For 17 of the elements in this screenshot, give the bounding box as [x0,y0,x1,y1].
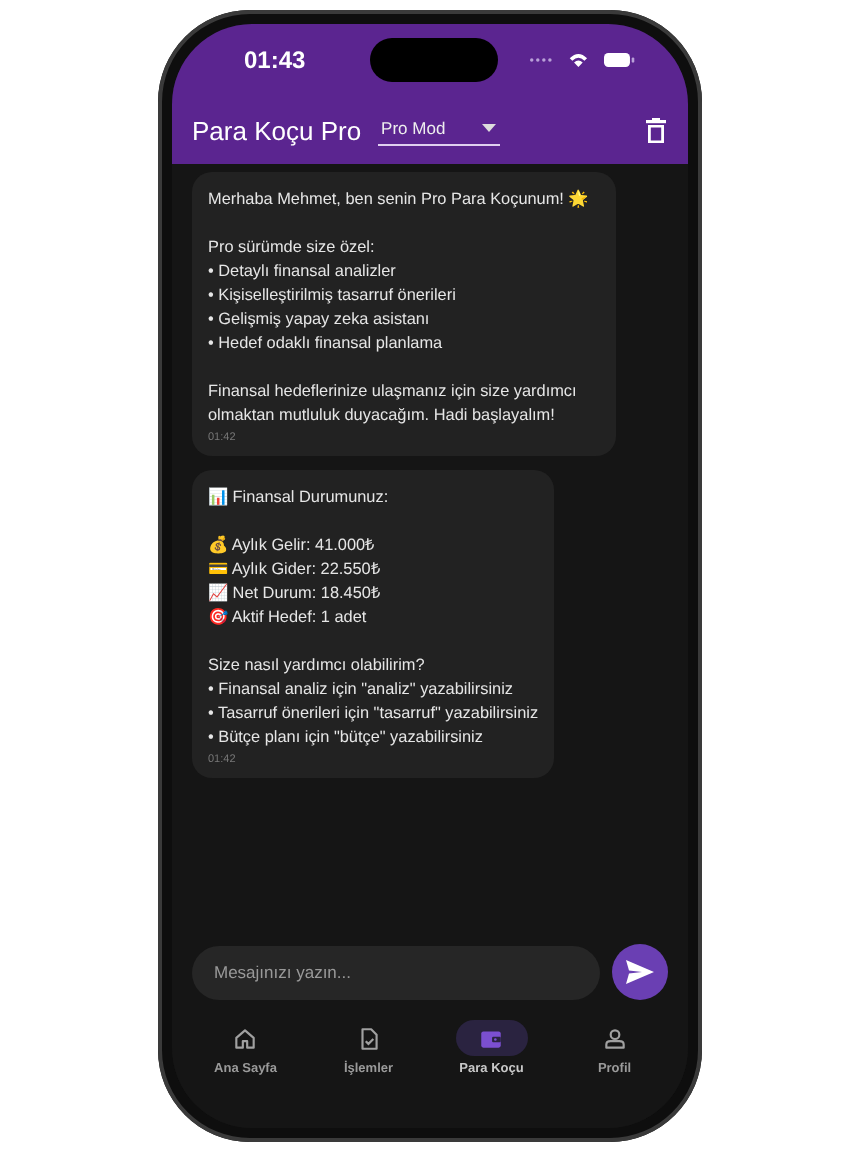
message-input[interactable]: Mesajınızı yazın... [192,945,600,999]
home-icon [232,1025,259,1051]
caret-icon [481,124,496,132]
message-text: Merhaba Mehmet, ben senin Pro Para Koçunum! 🌟 Pro sürümde size özel: • Detaylı finansal analizler • Kişiselleştirilmiş tasarruf önerileri • Gelişmiş yapay zeka asistanı • Hedef odaklı finansal planlama Finansal hedeflerinize ulaşmanız için size yardımcı olmaktan mutluluk duyacağım. Hadi başlayalım! [208,188,591,428]
trash-icon[interactable] [644,117,668,143]
send-button[interactable] [612,944,668,1000]
camera-island [369,38,498,82]
send-icon [626,960,654,984]
mode-dropdown[interactable]: Pro Mod [377,114,500,146]
wifi-icon [568,50,589,70]
wallet-icon [478,1025,505,1051]
status-time: 01:43 [244,46,306,74]
message-text: 📊 Finansal Durumunuz: 💰 Aylık Gelir: 41.000₺ 💳 Aylık Gider: 22.550₺ 📈 Net Durum: 18.450₺ 🎯 Aktif Hedef: 1 adet Size nasıl yardımcı olabilirim? • Finansal analiz için "analiz" yazabilirsiniz • Tasarruf önerileri için "tasarruf" yazabilirsiniz • Bütçe planı için "bütçe" yazabilirsiniz [208,486,539,750]
person-icon [601,1025,628,1051]
app-title: Para Koçu Pro [192,115,362,145]
document-check-icon [355,1025,382,1051]
battery-icon [604,50,636,70]
